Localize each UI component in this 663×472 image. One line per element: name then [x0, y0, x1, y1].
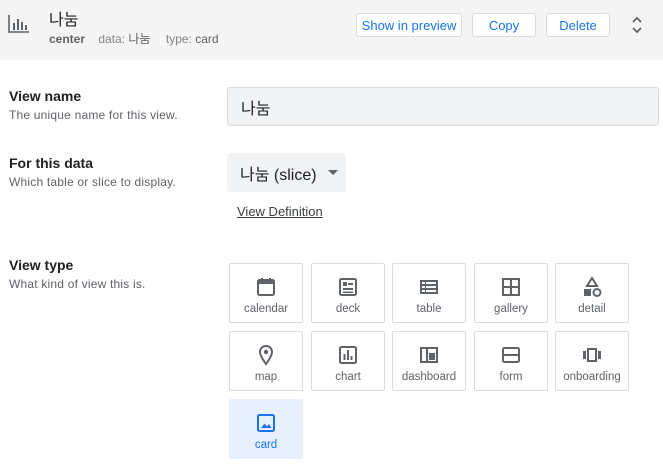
data-source-select[interactable]: 나눔 (slice) — [227, 153, 346, 192]
view-type-calendar[interactable]: calendar — [229, 263, 303, 323]
onboarding-icon — [583, 348, 601, 362]
view-type-onboarding[interactable]: onboarding — [555, 331, 629, 391]
card-image-icon — [257, 414, 275, 432]
map-pin-icon — [258, 344, 274, 366]
view-type-label-form: form — [499, 371, 523, 383]
bar-chart-icon — [8, 15, 29, 33]
chart-icon — [339, 346, 357, 364]
reorder-icon[interactable] — [628, 14, 646, 36]
view-type-label-deck: deck — [335, 303, 361, 315]
data-value: 나눔 — [128, 32, 151, 46]
view-type-label-table: table — [416, 303, 442, 315]
view-type-card[interactable]: card — [229, 399, 303, 459]
data-source-value: 나눔 (slice) — [240, 166, 317, 184]
type-value: card — [195, 32, 219, 46]
view-type-label-dashboard: dashboard — [401, 371, 457, 383]
view-type-label-map: map — [254, 371, 278, 383]
dashboard-icon — [420, 347, 438, 363]
view-type-dashboard[interactable]: dashboard — [392, 331, 466, 391]
view-type-description: What kind of view this is. — [9, 277, 146, 291]
view-type-table[interactable]: table — [392, 263, 466, 323]
view-type-label-onboarding: onboarding — [563, 371, 621, 383]
view-type-label: View type — [9, 257, 74, 273]
view-title: 나눔 — [49, 12, 79, 29]
form-icon — [502, 347, 520, 363]
view-type-form[interactable]: form — [474, 331, 548, 391]
view-definition-link[interactable]: View Definition — [237, 204, 323, 219]
view-type-detail[interactable]: detail — [555, 263, 629, 323]
view-type-deck[interactable]: deck — [311, 263, 385, 323]
view-meta: center data: 나눔 type: card — [49, 30, 219, 47]
view-type-map[interactable]: map — [229, 331, 303, 391]
view-type-label-calendar: calendar — [243, 303, 289, 315]
gallery-icon — [502, 278, 520, 296]
table-icon — [420, 280, 438, 294]
view-type-label-detail: detail — [578, 303, 606, 315]
view-name-input[interactable]: 나눔 — [227, 87, 659, 126]
type-key: type: — [165, 32, 192, 46]
chevron-down-icon — [328, 170, 338, 175]
detail-icon — [584, 276, 602, 297]
view-name-label: View name — [9, 88, 82, 104]
deck-icon — [339, 278, 357, 296]
delete-button[interactable]: Delete — [546, 13, 610, 37]
for-this-data-label: For this data — [9, 155, 94, 171]
view-type-label-card: card — [254, 439, 278, 451]
copy-button[interactable]: Copy — [472, 13, 536, 37]
view-type-chart[interactable]: chart — [311, 331, 385, 391]
view-type-gallery[interactable]: gallery — [474, 263, 548, 323]
show-in-preview-button[interactable]: Show in preview — [356, 13, 462, 37]
calendar-icon — [257, 278, 275, 296]
view-type-label-chart: chart — [335, 371, 361, 383]
view-type-label-gallery: gallery — [494, 303, 528, 315]
view-header: 나눔 center data: 나눔 type: card Show in pr… — [0, 0, 663, 60]
position-label: center — [49, 32, 86, 46]
data-key: data: — [98, 32, 126, 46]
for-this-data-description: Which table or slice to display. — [9, 175, 176, 189]
view-name-description: The unique name for this view. — [9, 108, 178, 122]
